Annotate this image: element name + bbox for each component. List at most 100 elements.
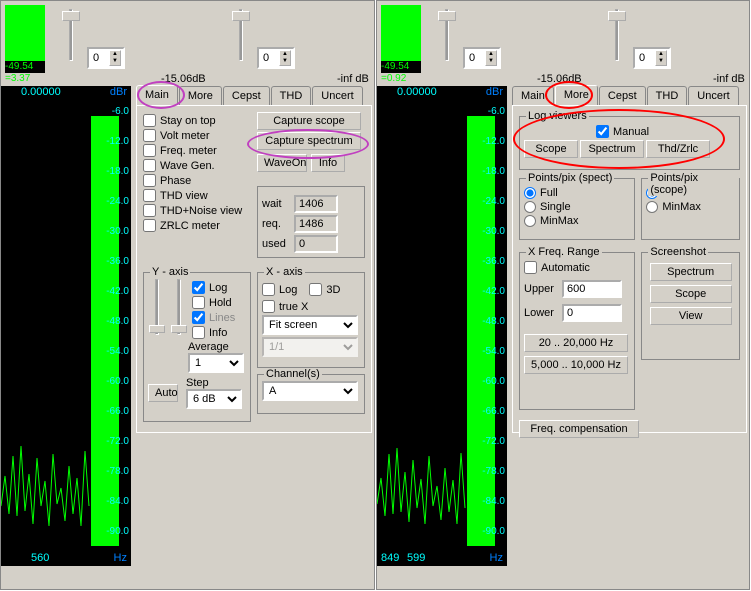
scale-tick: -36.0 (482, 256, 505, 267)
spin-1[interactable]: 0▲▼ (463, 47, 501, 69)
scale-tick: -54.0 (106, 346, 129, 357)
scale-tick: -36.0 (106, 256, 129, 267)
range-20-20000-button[interactable]: 20 .. 20,000 Hz (524, 334, 628, 352)
chk-stay-on-top[interactable]: Stay on top (143, 114, 251, 127)
slider-2[interactable] (229, 9, 253, 69)
auto-button[interactable]: Auto (148, 384, 178, 402)
spectrum-display: 0.00000 dBr 560 Hz -6.0-12.0-18.0-24.0-3… (1, 86, 131, 566)
chk-zrlc-meter[interactable]: ZRLC meter (143, 219, 251, 232)
tab-main[interactable]: Main (512, 86, 554, 106)
hz-label: Hz (490, 552, 503, 564)
scale-tick: -12.0 (482, 136, 505, 147)
hz-label: Hz (114, 552, 127, 564)
db-label-1: -15.06dB (161, 73, 206, 85)
spin-2[interactable]: 0▲▼ (257, 47, 295, 69)
right-panel: -49.54 =0.92 0▲▼ -15.06dB 0▲▼ -inf dB 0.… (376, 0, 750, 590)
radio-single-spect[interactable]: Single (524, 201, 630, 213)
scale-tick: -66.0 (106, 406, 129, 417)
chk-3d[interactable]: 3D (309, 283, 340, 296)
tab-uncert[interactable]: Uncert (312, 86, 362, 106)
log-viewers-title: Log viewers (526, 110, 589, 122)
chk-manual[interactable]: Manual (596, 125, 735, 138)
spectrum-unit: dBr (486, 86, 503, 98)
tab-main[interactable]: Main (136, 85, 178, 105)
chk-volt-meter[interactable]: Volt meter (143, 129, 251, 142)
step-select[interactable]: 6 dB (186, 389, 242, 409)
info-button[interactable]: Info (311, 154, 345, 172)
chk-wave-gen[interactable]: Wave Gen. (143, 159, 251, 172)
chk-automatic[interactable]: Automatic (524, 261, 630, 274)
slider-1[interactable] (435, 9, 459, 69)
chk-thd-view[interactable]: THD view (143, 189, 251, 202)
chk-hold[interactable]: Hold (192, 296, 235, 309)
ppspect-title: Points/pix (spect) (526, 172, 614, 184)
spectrum-unit: dBr (110, 86, 127, 98)
tab-bar: Main More Cepst THD Uncert (512, 86, 747, 106)
avg-select[interactable]: 1 (188, 353, 244, 373)
chk-xlog[interactable]: Log (262, 283, 297, 296)
scale-tick: -42.0 (106, 286, 129, 297)
spectrum-wave (1, 386, 91, 546)
spin-1[interactable]: 0▲▼ (87, 47, 125, 69)
ppscope-title: Points/pix (scope) (648, 172, 739, 196)
chk-thdnoise-view[interactable]: THD+Noise view (143, 204, 251, 217)
spectrum-button[interactable]: Spectrum (580, 140, 644, 158)
screenshot-view-button[interactable]: View (650, 307, 732, 325)
freq-cursor: 599 (407, 552, 425, 564)
scale-tick: -48.0 (482, 316, 505, 327)
req-value: 1486 (294, 215, 338, 233)
scale-tick: -90.0 (106, 526, 129, 537)
scope-button[interactable]: Scope (524, 140, 578, 158)
topbar: -49.54 =3.37 0▲▼ -15.06dB 0▲▼ -inf dB (1, 1, 374, 86)
lower-input[interactable] (562, 304, 622, 322)
capture-spectrum-button[interactable]: Capture spectrum (257, 132, 361, 150)
fit-select[interactable]: Fit screen (262, 315, 358, 335)
screenshot-spectrum-button[interactable]: Spectrum (650, 263, 732, 281)
yaxis-slider-1[interactable] (148, 279, 166, 339)
range-5000-10000-button[interactable]: 5,000 .. 10,000 Hz (524, 356, 628, 374)
capture-scope-button[interactable]: Capture scope (257, 112, 361, 130)
radio-full-spect[interactable]: Full (524, 187, 630, 199)
yaxis-slider-2[interactable] (170, 279, 188, 339)
left-panel: -49.54 =3.37 0▲▼ -15.06dB 0▲▼ -inf dB 0.… (0, 0, 375, 590)
scale-tick: -54.0 (482, 346, 505, 357)
tab-uncert[interactable]: Uncert (688, 86, 738, 106)
slider-2[interactable] (605, 9, 629, 69)
chk-log[interactable]: Log (192, 281, 235, 294)
scale-tick: -48.0 (106, 316, 129, 327)
chk-lines[interactable]: Lines (192, 311, 235, 324)
waveon-button[interactable]: WaveOn (257, 154, 307, 172)
thdzrlc-button[interactable]: Thd/Zrlc (646, 140, 710, 158)
chk-phase[interactable]: Phase (143, 174, 251, 187)
freq-compensation-button[interactable]: Freq. compensation (519, 420, 639, 438)
chk-truex[interactable]: true X (262, 300, 360, 313)
chk-freq-meter[interactable]: Freq. meter (143, 144, 251, 157)
radio-minmax-scope[interactable]: MinMax (646, 201, 735, 213)
tab-more[interactable]: More (555, 85, 598, 105)
peak-meter: -49.54 =3.37 (5, 5, 45, 73)
radio-minmax-spect[interactable]: MinMax (524, 215, 630, 227)
used-label: used (262, 238, 290, 250)
topbar: -49.54 =0.92 0▲▼ -15.06dB 0▲▼ -inf dB (377, 1, 749, 86)
wait-value: 1406 (294, 195, 338, 213)
screenshot-scope-button[interactable]: Scope (650, 285, 732, 303)
tab-thd[interactable]: THD (271, 86, 312, 106)
tab-cepst[interactable]: Cepst (599, 86, 646, 106)
channel-select[interactable]: A (262, 381, 358, 401)
chk-info[interactable]: Info (192, 326, 235, 339)
tab-bar: Main More Cepst THD Uncert (136, 86, 372, 106)
tab-more[interactable]: More (179, 86, 222, 106)
spin-2[interactable]: 0▲▼ (633, 47, 671, 69)
peak-bar (91, 116, 119, 546)
scale-tick: -30.0 (482, 226, 505, 237)
scale-tick: -24.0 (482, 196, 505, 207)
upper-input[interactable] (562, 280, 622, 298)
tab-cepst[interactable]: Cepst (223, 86, 270, 106)
tab-thd[interactable]: THD (647, 86, 688, 106)
slider-1[interactable] (59, 9, 83, 69)
step-label: Step (186, 377, 209, 389)
lower-label: Lower (524, 307, 558, 319)
scale-tick: -60.0 (482, 376, 505, 387)
wait-label: wait (262, 198, 290, 210)
xfreq-title: X Freq. Range (526, 246, 602, 258)
